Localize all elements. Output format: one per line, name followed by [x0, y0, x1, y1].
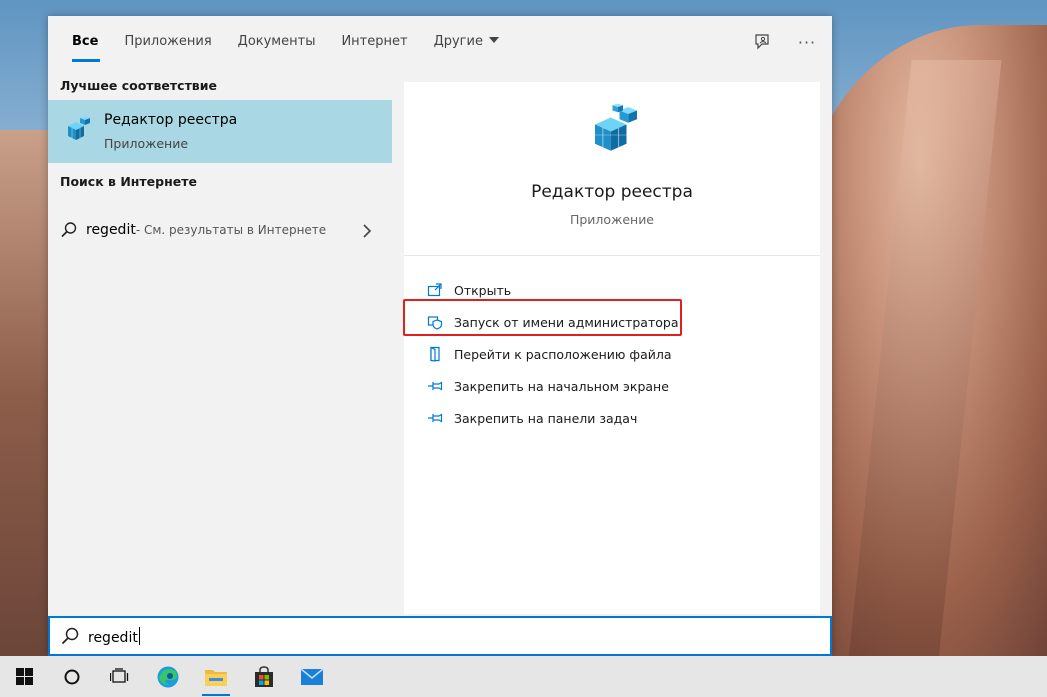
- action-open-file-location[interactable]: Перейти к расположению файла: [404, 338, 820, 370]
- file-explorer-taskbar-button[interactable]: [192, 656, 240, 697]
- feedback-button[interactable]: [744, 23, 782, 61]
- web-search-query: regedit: [86, 222, 136, 238]
- open-icon: [427, 283, 442, 297]
- preview-actions: Открыть Запуск от имени администратора П…: [404, 274, 820, 434]
- edge-taskbar-button[interactable]: [144, 656, 192, 697]
- edge-icon: [157, 666, 179, 687]
- task-view-icon: [110, 667, 129, 683]
- best-match-result[interactable]: Редактор реестра Приложение: [48, 100, 392, 163]
- file-explorer-icon: [205, 669, 227, 686]
- store-taskbar-button[interactable]: [240, 656, 288, 697]
- action-pin-to-taskbar[interactable]: Закрепить на панели задач: [404, 402, 820, 434]
- action-label: Запуск от имени администратора: [454, 314, 679, 330]
- preview-title: Редактор реестра: [531, 182, 693, 202]
- web-search-heading: Поиск в Интернете: [60, 174, 197, 189]
- tab-label: Документы: [237, 34, 316, 49]
- search-input-value: regedit: [88, 629, 138, 646]
- chevron-down-icon: [488, 37, 499, 43]
- task-view-button[interactable]: [96, 656, 144, 697]
- text-cursor: [138, 626, 140, 645]
- action-label: Открыть: [454, 282, 512, 298]
- more-icon: ···: [797, 32, 817, 52]
- tab-other[interactable]: Другие: [421, 16, 512, 68]
- registry-editor-icon: [68, 116, 90, 140]
- cortana-button[interactable]: [48, 656, 96, 697]
- file-location-icon: [430, 346, 440, 362]
- start-button[interactable]: [0, 656, 48, 697]
- tab-apps[interactable]: Приложения: [111, 16, 224, 68]
- taskbar: [0, 656, 1047, 697]
- results-column: Лучшее соответствие Редактор реестра При…: [48, 68, 392, 614]
- search-icon: [61, 222, 77, 238]
- pin-icon: [428, 381, 443, 391]
- pin-icon: [428, 413, 443, 423]
- best-match-heading: Лучшее соответствие: [60, 78, 217, 93]
- action-open[interactable]: Открыть: [404, 274, 820, 306]
- store-icon: [255, 665, 273, 687]
- tab-all[interactable]: Все: [48, 16, 111, 68]
- search-panel: Все Приложения Документы Интернет Другие…: [48, 16, 832, 656]
- preview-subtitle: Приложение: [569, 212, 655, 227]
- best-match-type: Приложение: [104, 136, 189, 151]
- action-run-as-admin[interactable]: Запуск от имени администратора: [404, 306, 820, 338]
- action-label: Закрепить на панели задач: [454, 410, 638, 426]
- feedback-icon: [755, 34, 769, 50]
- action-pin-to-start[interactable]: Закрепить на начальном экране: [404, 370, 820, 402]
- tab-documents[interactable]: Документы: [225, 16, 329, 68]
- tab-label: Все: [72, 34, 99, 49]
- preview-pane: Редактор реестра Приложение Открыть Запу…: [404, 82, 820, 614]
- search-input[interactable]: regedit: [88, 626, 140, 646]
- cortana-icon: [64, 669, 80, 684]
- mail-taskbar-button[interactable]: [288, 656, 336, 697]
- tab-label: Приложения: [124, 34, 212, 49]
- more-options-button[interactable]: ···: [788, 23, 826, 61]
- toolbar-right: ···: [744, 16, 832, 68]
- preview-header: Редактор реестра Приложение: [404, 82, 820, 256]
- chevron-right-icon[interactable]: [362, 224, 372, 238]
- best-match-name: Редактор реестра: [104, 112, 238, 128]
- web-search-result[interactable]: regedit - См. результаты в Интернете: [48, 213, 392, 247]
- windows-start-icon: [15, 668, 33, 685]
- action-label: Перейти к расположению файла: [454, 346, 672, 362]
- search-icon: [61, 627, 79, 645]
- tab-internet[interactable]: Интернет: [328, 16, 420, 68]
- tab-label: Интернет: [341, 34, 408, 49]
- registry-editor-icon: [595, 103, 637, 151]
- shield-icon: [427, 316, 443, 330]
- action-label: Закрепить на начальном экране: [454, 378, 669, 394]
- mail-icon: [300, 667, 324, 685]
- search-box[interactable]: regedit: [48, 616, 832, 656]
- web-search-hint: - См. результаты в Интернете: [135, 223, 327, 237]
- search-tab-bar: Все Приложения Документы Интернет Другие…: [48, 16, 832, 68]
- tab-label: Другие: [433, 34, 483, 49]
